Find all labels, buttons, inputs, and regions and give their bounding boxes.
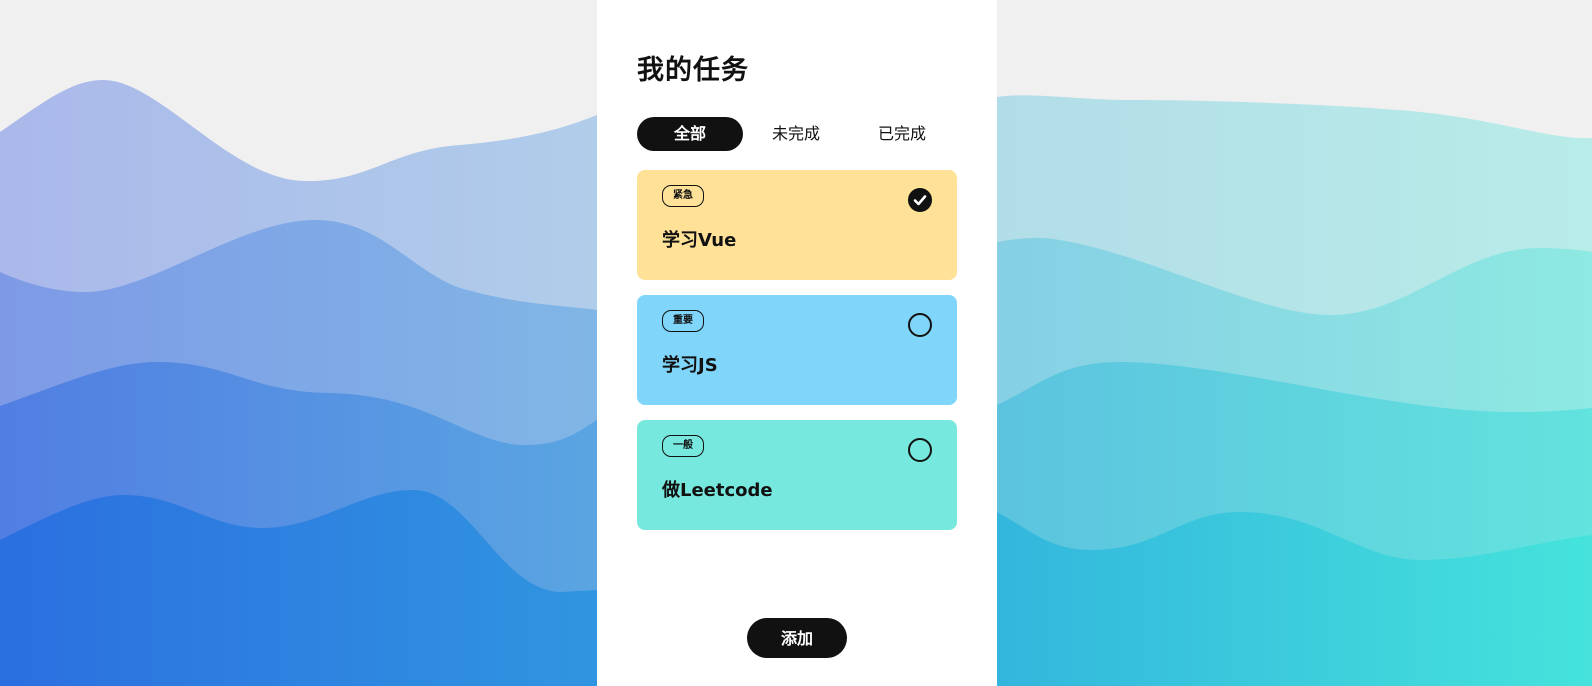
tab-all[interactable]: 全部 xyxy=(637,117,743,151)
task-title: 学习JS xyxy=(662,355,718,376)
tab-incomplete[interactable]: 未完成 xyxy=(743,117,849,151)
task-card[interactable]: 重要 学习JS xyxy=(637,295,957,405)
task-title: 学习Vue xyxy=(662,230,737,251)
priority-tag: 紧急 xyxy=(662,185,704,207)
priority-tag: 一般 xyxy=(662,435,704,457)
task-title: 做Leetcode xyxy=(662,480,773,501)
add-task-button[interactable]: 添加 xyxy=(747,618,847,658)
tab-completed[interactable]: 已完成 xyxy=(849,117,955,151)
task-card[interactable]: 紧急 学习Vue xyxy=(637,170,957,280)
app-stage: 我的任务 全部 未完成 已完成 紧急 学习Vue 重要 学习JS 一般 做Lee… xyxy=(0,0,1592,686)
incomplete-circle-icon[interactable] xyxy=(908,313,932,337)
filter-tabs: 全部 未完成 已完成 xyxy=(637,117,957,151)
task-list: 紧急 学习Vue 重要 学习JS 一般 做Leetcode xyxy=(637,170,957,545)
task-panel: 我的任务 全部 未完成 已完成 紧急 学习Vue 重要 学习JS 一般 做Lee… xyxy=(597,0,997,686)
completed-check-icon[interactable] xyxy=(908,188,932,212)
incomplete-circle-icon[interactable] xyxy=(908,438,932,462)
priority-tag: 重要 xyxy=(662,310,704,332)
page-title: 我的任务 xyxy=(637,55,749,86)
task-card[interactable]: 一般 做Leetcode xyxy=(637,420,957,530)
